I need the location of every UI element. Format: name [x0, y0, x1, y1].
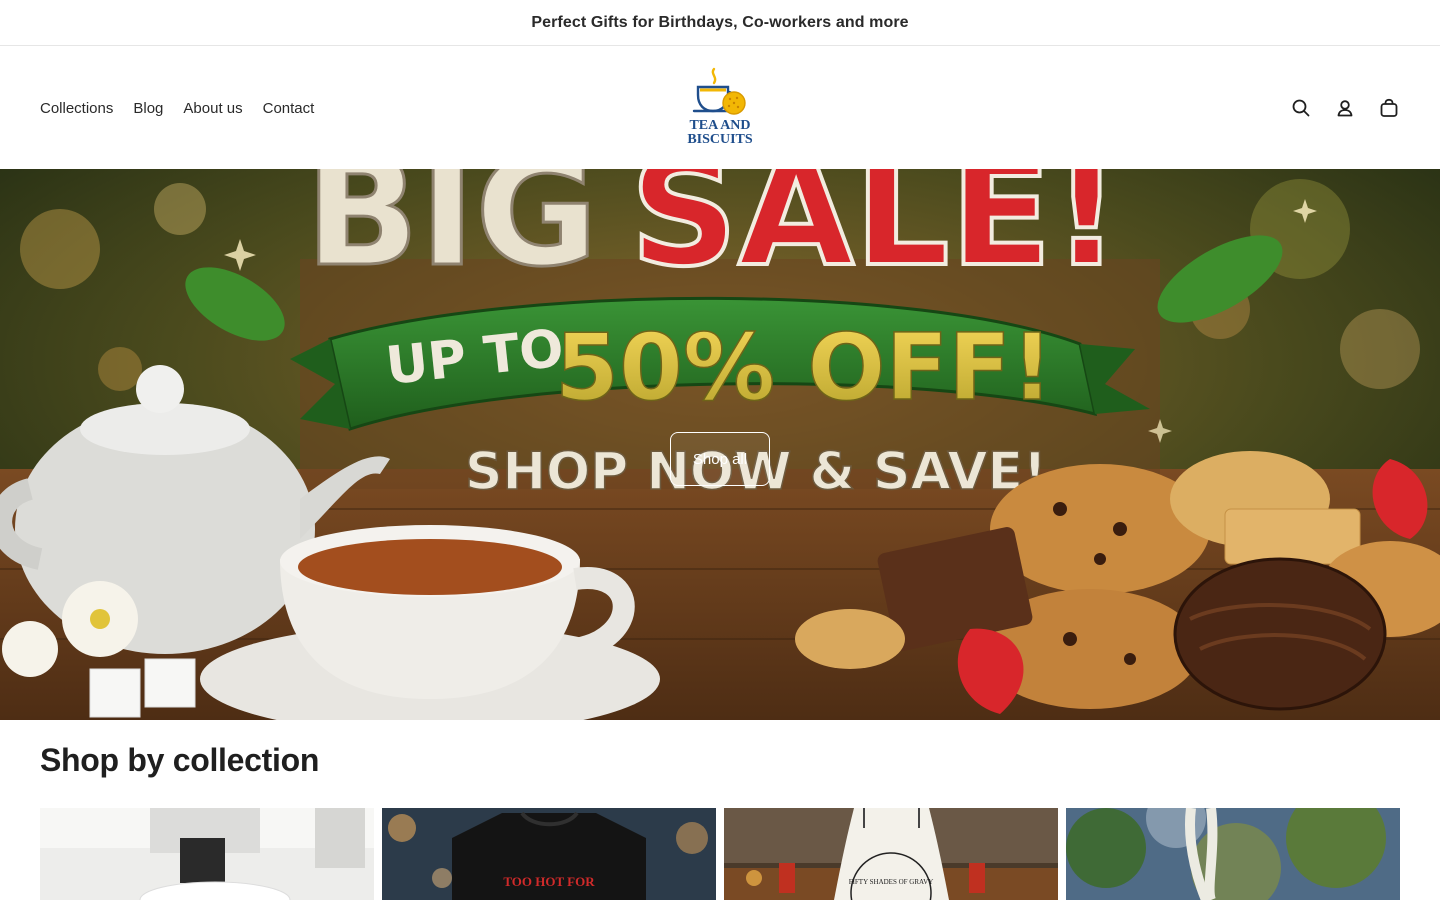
- search-icon[interactable]: [1290, 97, 1312, 119]
- collection-card-aprons[interactable]: FIFTY SHADES OF GRAVY: [724, 808, 1058, 900]
- section-title: Shop by collection: [40, 742, 320, 778]
- mug-image: [40, 808, 374, 900]
- nav-link-collections[interactable]: Collections: [40, 100, 113, 117]
- nav-link-contact[interactable]: Contact: [263, 100, 315, 117]
- logo-line-1: TEA AND: [689, 118, 750, 133]
- nav-link-blog[interactable]: Blog: [133, 100, 163, 117]
- shop-all-button[interactable]: Shop all: [670, 432, 770, 486]
- collection-grid: TOO HOT FOR FIFTY SHADES OF GRAVY: [40, 808, 1400, 900]
- announcement-text: Perfect Gifts for Birthdays, Co-workers …: [531, 13, 909, 31]
- apron-print-text: FIFTY SHADES OF GRAVY: [849, 878, 934, 886]
- collection-card-mugs[interactable]: [40, 808, 374, 900]
- apron-image: FIFTY SHADES OF GRAVY: [724, 808, 1058, 900]
- hero-banner: BIG SALE! UP TO 50% OFF! SHOP NOW & SAVE…: [0, 169, 1440, 720]
- collection-card-tshirts[interactable]: TOO HOT FOR: [382, 808, 716, 900]
- tshirt-image: TOO HOT FOR: [382, 808, 716, 900]
- account-icon[interactable]: [1334, 97, 1356, 119]
- svg-text:SALE!: SALE!: [630, 169, 1121, 300]
- main-nav: Collections Blog About us Contact: [40, 47, 314, 169]
- tote-bag-image: [1066, 808, 1400, 900]
- cart-icon[interactable]: [1378, 97, 1400, 119]
- svg-text:BIG: BIG: [305, 169, 598, 300]
- svg-text:50% OFF!: 50% OFF!: [555, 314, 1053, 421]
- collection-card-tote-bags[interactable]: [1066, 808, 1400, 900]
- logo-line-2: BISCUITS: [687, 132, 753, 147]
- announcement-bar: Perfect Gifts for Birthdays, Co-workers …: [0, 0, 1440, 46]
- site-logo[interactable]: TEA AND BISCUITS: [680, 65, 760, 147]
- header-icons: [1290, 47, 1400, 169]
- nav-link-about-us[interactable]: About us: [183, 100, 242, 117]
- site-header: Collections Blog About us Contact TEA AN…: [0, 47, 1440, 169]
- tshirt-print-text: TOO HOT FOR: [503, 874, 595, 889]
- tea-cup-logo-icon: TEA AND BISCUITS: [687, 67, 753, 147]
